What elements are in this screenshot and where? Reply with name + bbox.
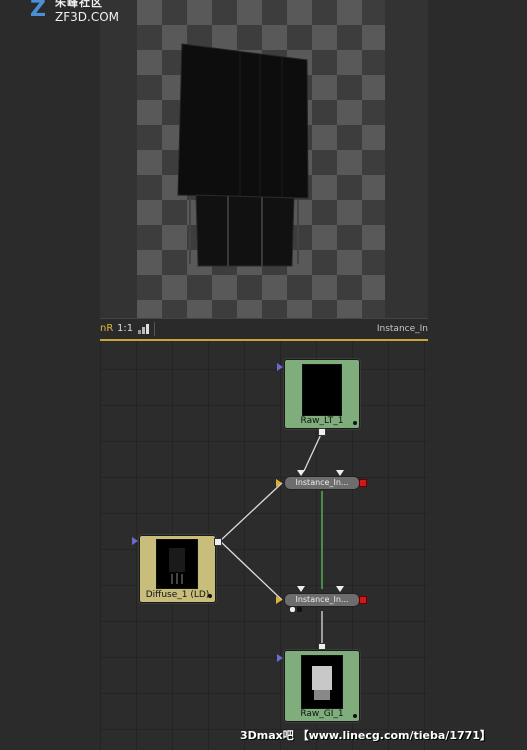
instance-bottom-effect-input-icon[interactable]	[276, 596, 282, 604]
logo-mark-icon: Z	[30, 0, 46, 22]
raw-lt-label: Raw_LT_1	[300, 416, 344, 426]
viewer-mode-button[interactable]: nR	[100, 319, 113, 339]
raw-lt-thumbnail	[302, 364, 342, 416]
raw-gi-thumbnail	[301, 655, 343, 709]
instance-bottom-bg-input-icon[interactable]	[297, 586, 305, 592]
raw-lt-input-arrow-icon[interactable]	[277, 363, 283, 371]
logo-url-text: ZF3D.COM	[55, 10, 119, 24]
diffuse-output-port[interactable]	[214, 538, 222, 546]
raw-gi-label: Raw_GI_1	[300, 709, 344, 719]
instance-top-merge-node[interactable]: Instance_In...	[284, 476, 360, 490]
raw-lt-status-dot	[353, 421, 357, 425]
raw-gi-thumbnail-preview	[312, 666, 332, 700]
instance-bottom-indicator-black	[297, 607, 302, 612]
diffuse-input-arrow-icon[interactable]	[132, 537, 138, 545]
raw-gi-status-dot	[353, 714, 357, 718]
source-watermark: 3Dmax吧 【www.linecg.com/tieba/1771】	[240, 729, 491, 742]
flow-editor[interactable]: Raw_LT_1 Instance_In... Diffuse_1 (LD) I…	[100, 341, 428, 750]
raw-gi-input-arrow-icon[interactable]	[277, 654, 283, 662]
toolbar-divider	[154, 322, 155, 336]
raw-gi-loader-node[interactable]: Raw_GI_1	[284, 650, 360, 722]
instance-top-output-port[interactable]	[359, 479, 367, 487]
diffuse-saver-node[interactable]: Diffuse_1 (LD)	[139, 535, 216, 603]
left-margin	[0, 0, 100, 750]
diffuse-status-dot	[208, 594, 212, 598]
instance-bottom-output-port[interactable]	[359, 596, 367, 604]
diffuse-thumbnail	[156, 539, 198, 589]
building-render	[177, 43, 309, 267]
raw-lt-output-port[interactable]	[318, 428, 326, 436]
diffuse-thumbnail-preview	[169, 548, 185, 584]
viewed-node-name: Instance_In	[376, 324, 428, 334]
zoom-ratio-button[interactable]: 1:1	[117, 319, 133, 339]
raw-lt-loader-node[interactable]: Raw_LT_1	[284, 359, 360, 429]
instance-bottom-fg-input-icon[interactable]	[336, 586, 344, 592]
levels-icon[interactable]	[138, 324, 150, 334]
image-viewer[interactable]	[100, 0, 428, 318]
instance-bottom-indicator-white	[290, 607, 295, 612]
right-margin	[428, 0, 527, 750]
logo-chinese-text: 朱峰社区	[55, 0, 103, 9]
site-logo: Z 朱峰社区 ZF3D.COM	[30, 0, 140, 24]
instance-bottom-merge-node[interactable]: Instance_In...	[284, 593, 360, 607]
compositor-window: nR 1:1 Instance_In Raw_LT_1 Instance_In.…	[100, 0, 428, 750]
diffuse-label: Diffuse_1 (LD)	[145, 590, 210, 600]
instance-top-effect-input-icon[interactable]	[276, 479, 282, 487]
viewer-toolbar: nR 1:1 Instance_In	[100, 318, 428, 341]
